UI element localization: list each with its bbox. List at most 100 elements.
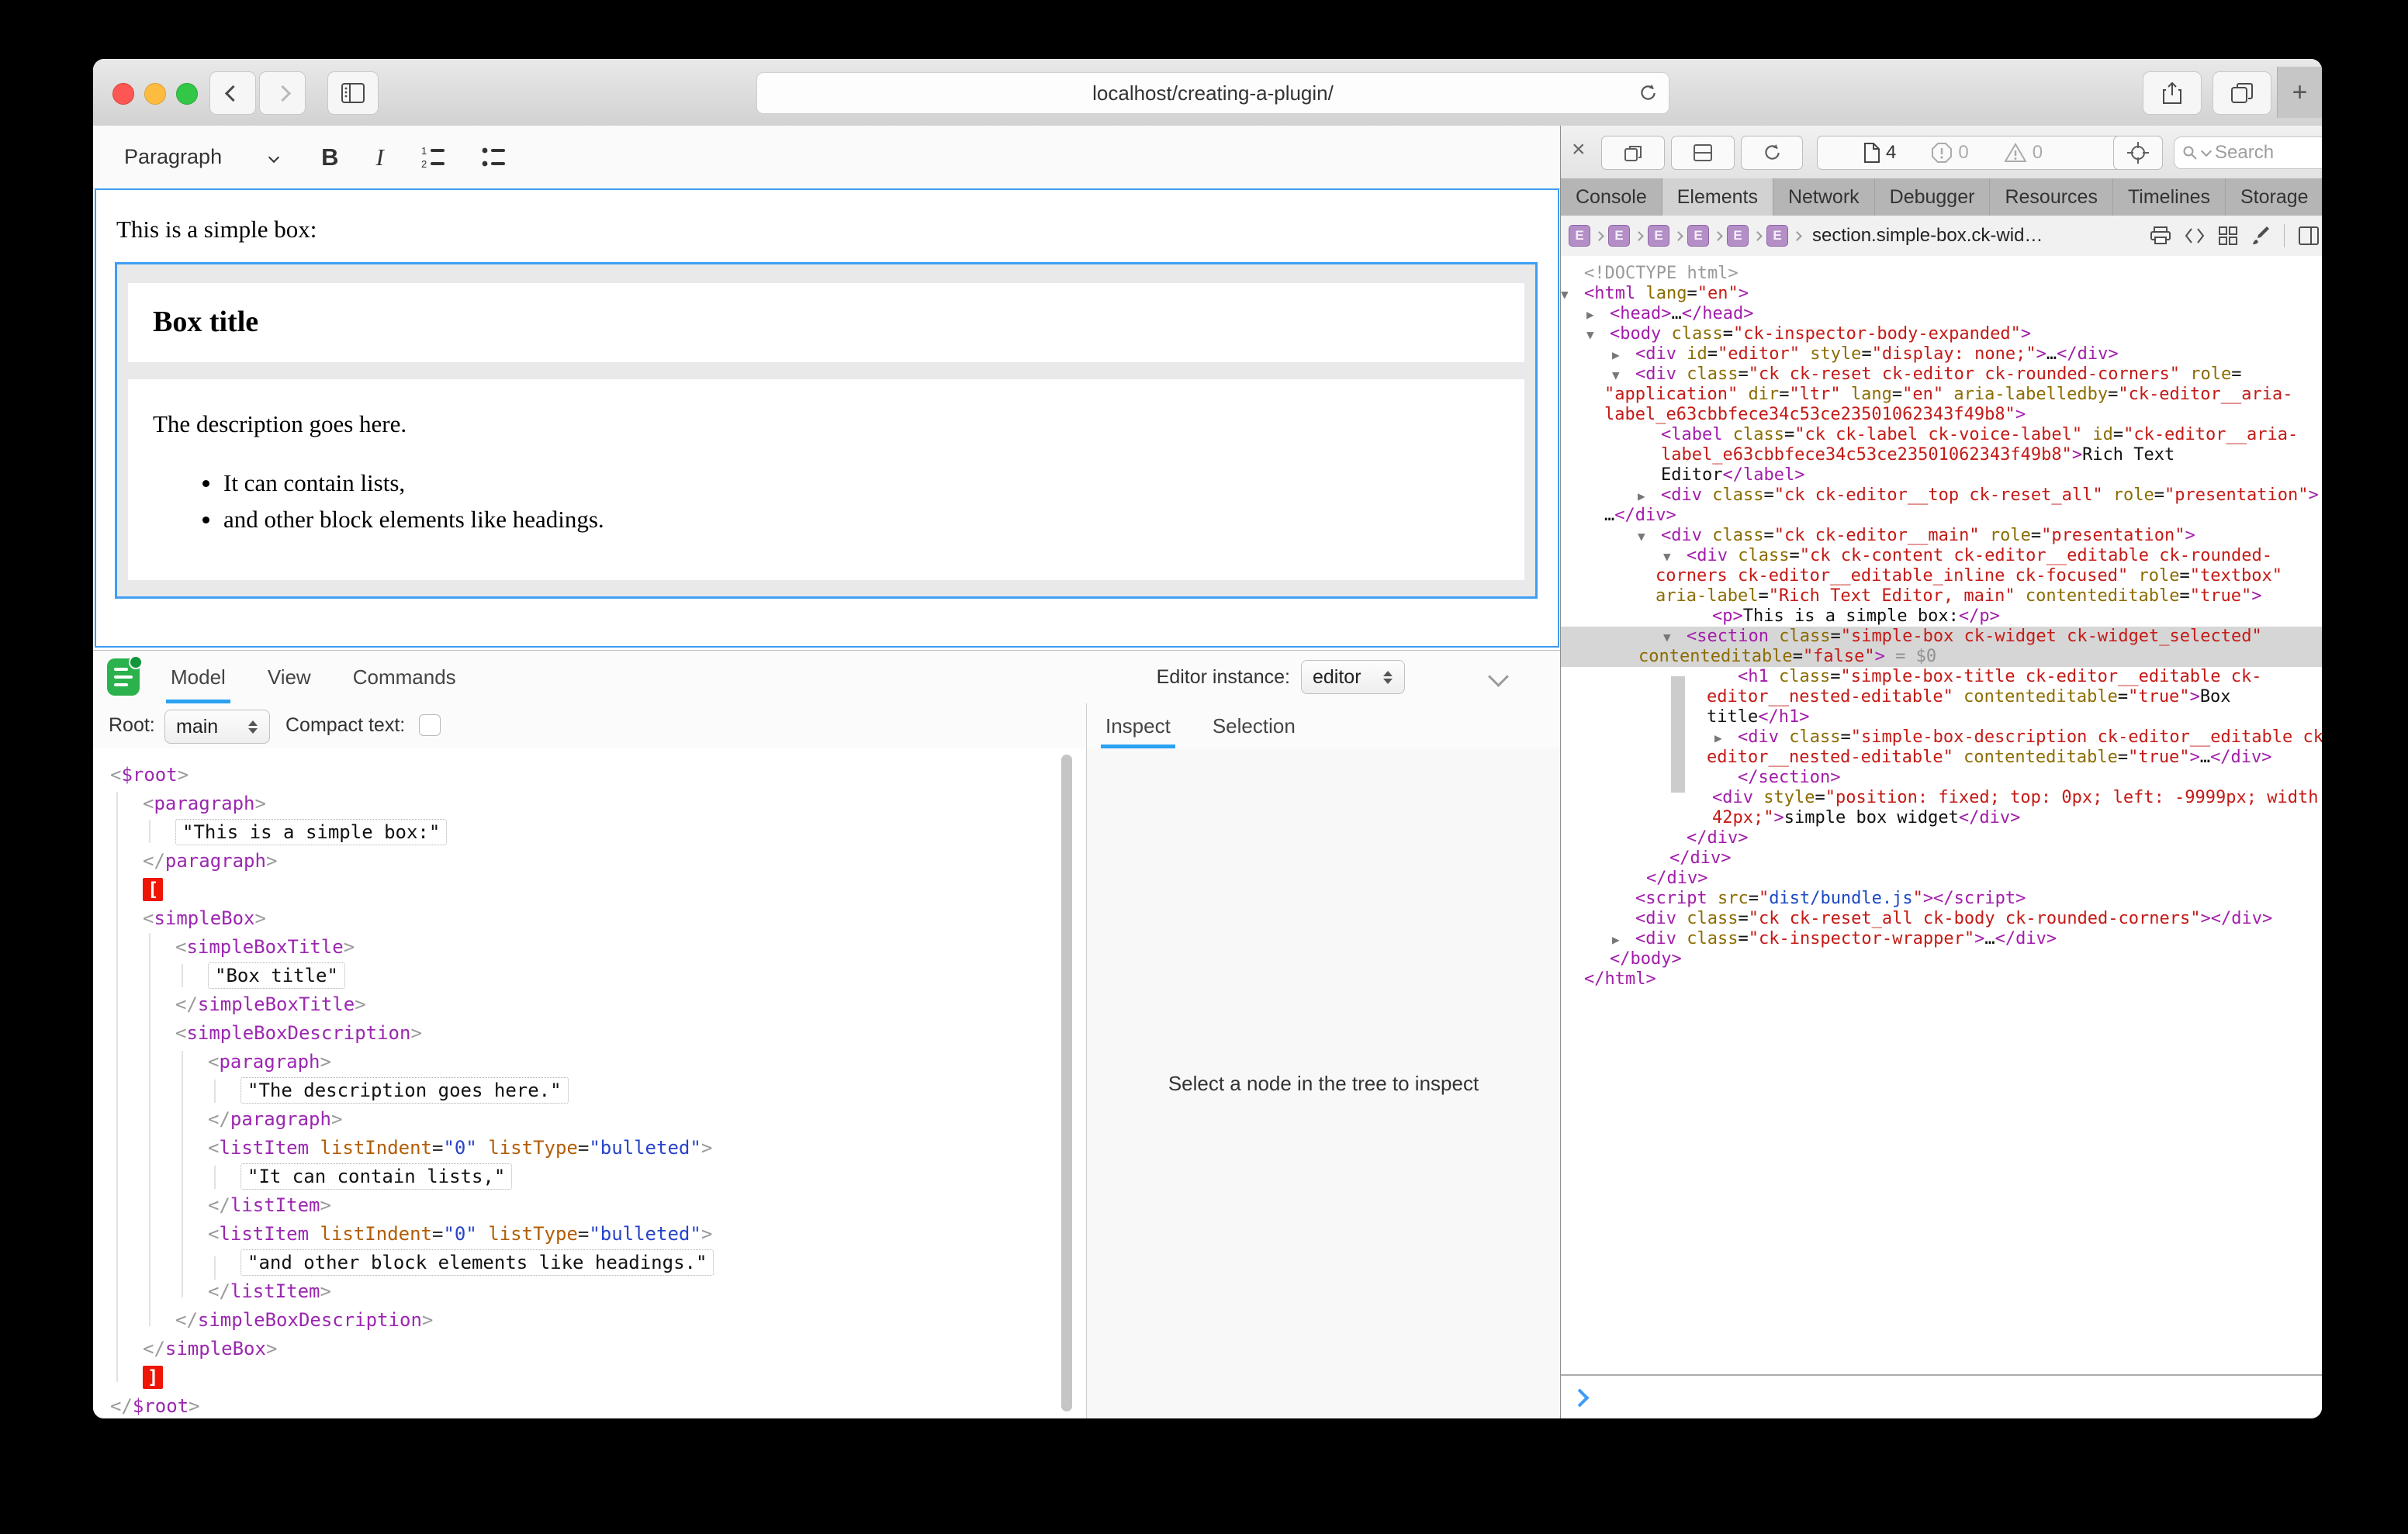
root-select[interactable]: main <box>164 710 270 744</box>
intro-paragraph[interactable]: This is a simple box: <box>116 216 317 244</box>
disclosure-open-icon[interactable]: ▼ <box>1638 527 1661 547</box>
bullet-item[interactable]: It can contain lists, <box>202 469 405 497</box>
code-line[interactable]: ▶<div class="ck ck-editor__top ck-reset_… <box>1561 485 2322 506</box>
code-line[interactable]: <script src="dist/bundle.js"></script> <box>1561 889 2322 909</box>
tree-line[interactable]: "and other block elements like headings.… <box>93 1249 1086 1277</box>
code-line[interactable]: <!DOCTYPE html> <box>1561 264 2322 284</box>
bullet-item[interactable]: and other block elements like headings. <box>202 506 604 534</box>
simple-box-widget[interactable]: Box title The description goes here. It … <box>115 262 1538 599</box>
back-button[interactable] <box>209 71 256 115</box>
code-line[interactable]: ▼<body class="ck-inspector-body-expanded… <box>1561 324 2322 344</box>
side-tab-inspect[interactable]: Inspect <box>1105 703 1171 748</box>
detach-devtools-button[interactable] <box>1601 136 1665 170</box>
tree-line[interactable]: </simpleBoxTitle> <box>93 990 1086 1019</box>
code-line[interactable]: editor__nested-editable" contenteditable… <box>1561 687 2322 707</box>
code-line[interactable]: aria-label="Rich Text Editor, main" cont… <box>1561 586 2322 606</box>
element-badge[interactable]: E <box>1648 225 1669 247</box>
code-line[interactable]: ▼<section class="simple-box ck-widget ck… <box>1561 627 2322 647</box>
code-line[interactable]: ▼<div class="ck ck-editor__main" role="p… <box>1561 526 2322 546</box>
tree-line[interactable]: <simpleBox> <box>93 904 1086 933</box>
code-line[interactable]: …</div> <box>1561 506 2322 526</box>
element-badge[interactable]: E <box>1766 225 1788 247</box>
tree-line[interactable]: </$root> <box>93 1392 1086 1418</box>
element-badge[interactable]: E <box>1687 225 1709 247</box>
tree-line[interactable]: <paragraph> <box>93 789 1086 818</box>
disclosure-closed-icon[interactable]: ▶ <box>1612 345 1635 365</box>
tree-line[interactable]: <$root> <box>93 761 1086 789</box>
code-line[interactable]: "application" dir="ltr" lang="en" aria-l… <box>1561 385 2322 405</box>
tree-line[interactable]: </listItem> <box>93 1191 1086 1220</box>
issues-summary-button[interactable]: 4 0 0 <box>1817 136 2150 170</box>
simple-box-description-area[interactable]: The description goes here. It can contai… <box>128 379 1524 580</box>
devtools-tab-debugger[interactable]: Debugger <box>1875 178 1991 216</box>
element-badge[interactable]: E <box>1608 225 1630 247</box>
tree-line[interactable]: </simpleBoxDescription> <box>93 1306 1086 1335</box>
disclosure-closed-icon[interactable]: ▶ <box>1714 728 1738 748</box>
element-badge[interactable]: E <box>1569 225 1590 247</box>
tab-overview-button[interactable] <box>2213 71 2271 115</box>
layout-grid-icon[interactable] <box>2219 226 2237 245</box>
tree-line[interactable]: <paragraph> <box>93 1048 1086 1076</box>
tree-line[interactable]: "It can contain lists," <box>93 1163 1086 1191</box>
disclosure-open-icon[interactable]: ▼ <box>1663 627 1687 648</box>
disclosure-open-icon[interactable]: ▼ <box>1561 285 1584 305</box>
tree-line[interactable]: </paragraph> <box>93 847 1086 876</box>
disclosure-closed-icon[interactable]: ▶ <box>1586 305 1610 325</box>
element-picker-button[interactable] <box>2113 136 2163 170</box>
code-line[interactable]: </section> <box>1561 768 2322 788</box>
code-line[interactable]: ▶<div class="simple-box-description ck-e… <box>1561 727 2322 748</box>
code-line[interactable]: ▶<head>…</head> <box>1561 304 2322 324</box>
tree-line[interactable]: </paragraph> <box>93 1105 1086 1134</box>
tree-line[interactable]: <simpleBoxDescription> <box>93 1019 1086 1048</box>
heading-dropdown[interactable]: Paragraph <box>124 145 278 169</box>
devtools-tab-network[interactable]: Network <box>1773 178 1875 216</box>
code-line[interactable]: label_e63cbbfece34c53ce23501062343f49b8"… <box>1561 445 2322 465</box>
code-line[interactable]: ▶<div id="editor" style="display: none;"… <box>1561 344 2322 364</box>
code-line[interactable]: </div> <box>1561 828 2322 848</box>
tree-line[interactable]: [ <box>93 876 1086 904</box>
code-line[interactable]: contenteditable="false"> = $0 <box>1561 647 2322 667</box>
inspector-tab-commands[interactable]: Commands <box>353 651 456 703</box>
tree-line[interactable]: "Box title" <box>93 962 1086 990</box>
minimize-window-button[interactable] <box>144 83 166 105</box>
disclosure-open-icon[interactable]: ▼ <box>1663 547 1687 567</box>
side-tab-selection[interactable]: Selection <box>1213 703 1296 748</box>
code-line[interactable]: title</h1> <box>1561 707 2322 727</box>
element-badge[interactable]: E <box>1727 225 1749 247</box>
tree-line[interactable]: </simpleBox> <box>93 1335 1086 1363</box>
code-line[interactable]: <div style="position: fixed; top: 0px; l… <box>1561 788 2322 808</box>
code-line[interactable]: ▼<html lang="en"> <box>1561 284 2322 304</box>
inspector-tab-model[interactable]: Model <box>171 651 226 703</box>
code-line[interactable]: editor__nested-editable" contenteditable… <box>1561 748 2322 768</box>
devtools-tab-elements[interactable]: Elements <box>1662 178 1773 216</box>
tree-line[interactable]: <simpleBoxTitle> <box>93 933 1086 962</box>
devtools-tab-storage[interactable]: Storage <box>2226 178 2322 216</box>
devtools-tab-console[interactable]: Console <box>1561 178 1662 216</box>
disclosure-closed-icon[interactable]: ▶ <box>1612 930 1635 950</box>
rich-text-editable[interactable]: This is a simple box: Box title The desc… <box>95 188 1559 648</box>
tree-line[interactable]: "This is a simple box:" <box>93 818 1086 847</box>
disclosure-open-icon[interactable]: ▼ <box>1612 365 1635 385</box>
collapse-inspector-icon[interactable] <box>1488 666 1509 687</box>
description-paragraph[interactable]: The description goes here. <box>153 410 407 438</box>
code-line[interactable]: <label class="ck ck-label ck-voice-label… <box>1561 425 2322 445</box>
reload-page-button[interactable] <box>1741 136 1803 170</box>
bold-button[interactable]: B <box>321 143 338 171</box>
code-line[interactable]: <p>This is a simple box:</p> <box>1561 606 2322 627</box>
code-line[interactable]: ▼<div class="ck ck-reset ck-editor ck-ro… <box>1561 364 2322 385</box>
disclosure-closed-icon[interactable]: ▶ <box>1638 486 1661 506</box>
code-line[interactable]: </div> <box>1561 848 2322 869</box>
numbered-list-button[interactable]: 12 <box>421 144 454 171</box>
tree-line[interactable]: <listItem listIndent="0" listType="bulle… <box>93 1134 1086 1163</box>
inspector-tab-view[interactable]: View <box>268 651 311 703</box>
code-line[interactable]: </html> <box>1561 969 2322 990</box>
reload-icon[interactable] <box>1638 83 1658 103</box>
details-sidebar-icon[interactable] <box>2299 226 2319 245</box>
tree-line[interactable]: ] <box>93 1363 1086 1392</box>
editor-instance-select[interactable]: editor <box>1301 660 1405 694</box>
tree-line[interactable]: </listItem> <box>93 1277 1086 1306</box>
forward-button[interactable] <box>259 71 306 115</box>
devtools-search-input[interactable]: Search <box>2174 136 2322 169</box>
search-options-icon[interactable] <box>2201 146 2212 157</box>
simple-box-title-area[interactable]: Box title <box>128 283 1524 362</box>
